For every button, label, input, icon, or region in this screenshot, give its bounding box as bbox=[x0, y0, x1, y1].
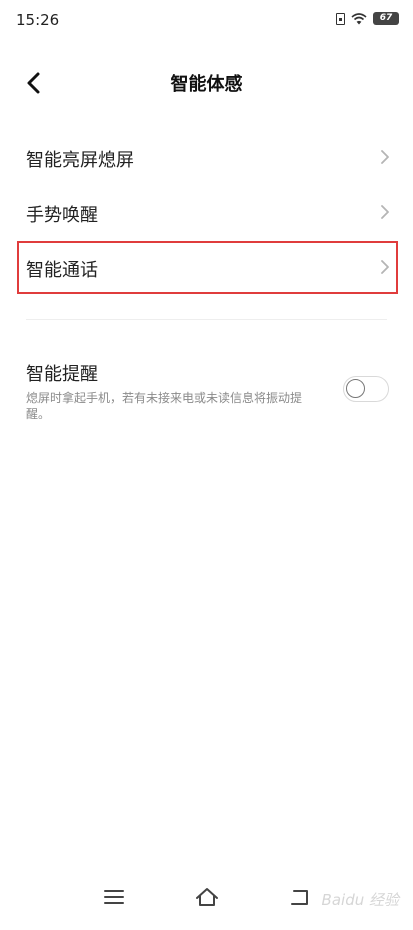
status-icons: 67 bbox=[336, 12, 399, 25]
chevron-right-icon bbox=[381, 260, 389, 274]
nav-menu-button[interactable] bbox=[98, 882, 130, 912]
back-icon bbox=[291, 890, 308, 905]
chevron-right-icon bbox=[381, 205, 389, 219]
menu-item-smart-call[interactable]: 智能通话 bbox=[16, 240, 399, 295]
menu-icon bbox=[104, 890, 124, 904]
page-title: 智能体感 bbox=[170, 74, 243, 95]
navigation-bar: Baidu 经验 bbox=[0, 870, 413, 930]
status-time: 15:26 bbox=[16, 11, 60, 29]
menu-item-label: 手势唤醒 bbox=[26, 205, 98, 226]
wifi-icon bbox=[351, 12, 367, 24]
smart-reminder-description: 熄屏时拿起手机，若有未接来电或未读信息将振动提醒。 bbox=[26, 391, 303, 421]
smart-reminder-toggle[interactable] bbox=[343, 376, 389, 402]
watermark-text: Baidu 经验 bbox=[321, 891, 399, 909]
home-icon bbox=[196, 888, 218, 906]
menu-item-label: 智能通话 bbox=[26, 260, 98, 281]
menu-item-label: 智能亮屏熄屏 bbox=[26, 150, 134, 171]
sim-icon bbox=[336, 12, 345, 25]
settings-menu: 智能亮屏熄屏 手势唤醒 智能通话 bbox=[0, 130, 413, 295]
nav-back-button[interactable] bbox=[285, 882, 317, 912]
smart-reminder-title: 智能提醒 bbox=[26, 364, 98, 385]
menu-item-gesture-wake[interactable]: 手势唤醒 bbox=[0, 185, 413, 240]
battery-icon: 67 bbox=[373, 12, 399, 25]
nav-home-button[interactable] bbox=[191, 882, 223, 912]
toggle-knob bbox=[346, 379, 365, 398]
smart-reminder-setting: 智能提醒 熄屏时拿起手机，若有未接来电或未读信息将振动提醒。 bbox=[0, 360, 413, 430]
chevron-right-icon bbox=[381, 150, 389, 164]
header: 智能体感 bbox=[0, 56, 413, 108]
menu-item-smart-screen[interactable]: 智能亮屏熄屏 bbox=[0, 130, 413, 185]
section-divider bbox=[26, 319, 387, 320]
status-bar: 15:26 67 bbox=[0, 0, 413, 40]
